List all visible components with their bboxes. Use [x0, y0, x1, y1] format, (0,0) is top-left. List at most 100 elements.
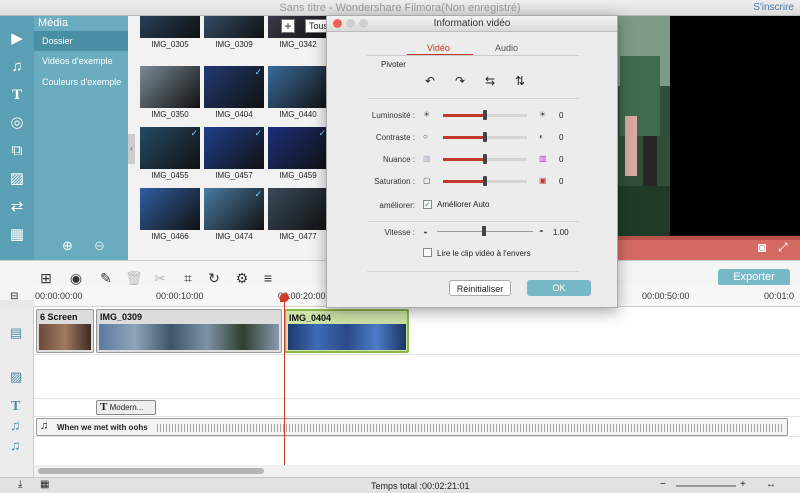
ok-button[interactable]: OK: [527, 280, 591, 296]
music-track-icon: ♫: [10, 417, 21, 433]
total-time: Temps total :00:02:21:01: [371, 481, 470, 491]
contrast-label: Contraste :: [375, 133, 415, 142]
flip-horizontal-icon[interactable]: ⇆: [485, 74, 495, 88]
ruler-tick: 00:00:10:00: [156, 291, 204, 301]
audio-clip[interactable]: ♫ When we met with oohs: [36, 418, 788, 436]
timeline-clip[interactable]: IMG_0309: [96, 309, 282, 353]
timeline[interactable]: 6 Screen IMG_0309 IMG_0404 T Modern... ♫…: [34, 307, 800, 465]
playhead-handle[interactable]: [280, 293, 289, 302]
music-icon[interactable]: ♫: [8, 58, 26, 76]
grid-icon[interactable]: ▦: [40, 479, 49, 490]
media-thumbnail[interactable]: [140, 66, 200, 108]
tool-column: ▶ ♫ T ◎ ⧉ ▨ ⇄ ▦: [0, 16, 34, 260]
rabbit-icon: ◓: [539, 227, 544, 236]
media-thumbnail[interactable]: ✓: [204, 188, 264, 230]
thumbnail-grid: ‹ IMG_0305 IMG_0309 IMG_0342 IMG_0350 ✓ IMG_0…: [128, 16, 328, 260]
image-icon[interactable]: ▨: [8, 170, 26, 188]
media-item-sample-colors[interactable]: Couleurs d'exemple: [34, 72, 128, 92]
close-icon[interactable]: [333, 19, 342, 28]
zoom-in-icon[interactable]: +: [740, 479, 746, 490]
thumbnail-label: IMG_0459: [279, 171, 317, 180]
contrast-slider[interactable]: [443, 132, 527, 142]
auto-improve-checkbox[interactable]: ✓: [423, 200, 432, 209]
minimize-icon[interactable]: [346, 19, 355, 28]
export-button[interactable]: Exporter: [718, 269, 790, 286]
media-thumbnail[interactable]: [140, 16, 200, 38]
reset-button[interactable]: Réinitialiser: [449, 280, 511, 296]
checked-icon: ✓: [254, 67, 262, 77]
status-bar: ⤓ ▦ Temps total :00:02:21:01 − + ↔: [0, 477, 800, 493]
thumbnail-label: IMG_0457: [215, 171, 253, 180]
overlay-icon[interactable]: ⧉: [8, 142, 26, 160]
signin-link[interactable]: S'inscrire: [753, 2, 794, 13]
media-thumbnail[interactable]: ✓: [204, 127, 264, 169]
download-icon[interactable]: ⤓: [18, 479, 22, 490]
transition-icon[interactable]: ⇄: [8, 198, 26, 216]
image-track: [34, 355, 800, 399]
clip-thumb: [39, 324, 91, 350]
fullscreen-icon[interactable]: ⤢: [778, 240, 788, 255]
flip-vertical-icon[interactable]: ⇅: [515, 74, 525, 88]
rotate-right-icon[interactable]: ↷: [455, 74, 465, 88]
text-track: T Modern...: [34, 399, 800, 417]
media-thumbnail[interactable]: [140, 188, 200, 230]
media-item-dossier[interactable]: Dossier: [34, 31, 128, 51]
saturation-low-icon: ▢: [423, 176, 431, 185]
rotate-left-icon[interactable]: ↶: [425, 74, 435, 88]
clip-label: IMG_0404: [289, 313, 332, 323]
reverse-checkbox[interactable]: [423, 248, 432, 257]
scrollbar-thumb[interactable]: [38, 468, 264, 474]
divider: [367, 55, 579, 56]
audio-clip-label: When we met with oohs: [57, 423, 148, 432]
media-thumbnail[interactable]: [204, 16, 264, 38]
progress-track[interactable]: [615, 236, 800, 240]
timeline-scrollbar[interactable]: [34, 465, 800, 477]
contrast-low-icon: ○: [423, 132, 428, 141]
divider: [367, 271, 579, 272]
track-add-icon[interactable]: ⊟: [10, 291, 18, 302]
saturation-slider[interactable]: [443, 176, 527, 186]
zoom-slider[interactable]: [676, 485, 736, 487]
audio-track-2: [34, 437, 800, 457]
add-button[interactable]: +: [281, 19, 295, 33]
media-thumbnail[interactable]: [268, 188, 328, 230]
text-track-icon: T: [11, 399, 21, 414]
tab-audio[interactable]: Audio: [495, 43, 518, 53]
window-title: Sans titre - Wondershare Filmora(Non enr…: [279, 2, 521, 14]
playhead[interactable]: [280, 293, 289, 465]
brightness-slider[interactable]: [443, 110, 527, 120]
zoom-out-icon[interactable]: −: [660, 479, 666, 490]
tab-video[interactable]: Vidéo: [427, 43, 450, 53]
text-clip[interactable]: T Modern...: [96, 400, 156, 415]
speed-knob[interactable]: [482, 226, 486, 236]
checked-icon: ✓: [254, 128, 262, 138]
checked-icon: ✓: [254, 189, 262, 199]
hue-slider[interactable]: [443, 154, 527, 164]
media-icon[interactable]: ▶: [8, 30, 26, 48]
thumbnail-label: IMG_0309: [215, 40, 253, 49]
thumbnail-label: IMG_0474: [215, 232, 253, 241]
fit-icon[interactable]: ↔: [766, 479, 776, 490]
zoom-icon[interactable]: [359, 19, 368, 28]
speed-value: 1.00: [553, 228, 569, 237]
media-thumbnail[interactable]: [268, 66, 328, 108]
thumbnail-label: IMG_0342: [279, 40, 317, 49]
snapshot-icon[interactable]: ◙: [758, 239, 766, 255]
collapse-icon[interactable]: ‹: [128, 134, 135, 164]
media-thumbnail[interactable]: ✓: [268, 127, 328, 169]
media-panel: Média Dossier Vidéos d'exemple Couleurs …: [34, 16, 128, 260]
add-folder-icon[interactable]: ⊕: [62, 238, 73, 254]
thumbnail-label: IMG_0466: [151, 232, 189, 241]
ruler-tick: 00:00:00:00: [35, 291, 83, 301]
text-icon[interactable]: T: [8, 86, 26, 104]
media-thumbnail[interactable]: ✓: [204, 66, 264, 108]
media-thumbnail[interactable]: ✓: [140, 127, 200, 169]
element-icon[interactable]: ▦: [8, 226, 26, 244]
delete-folder-icon[interactable]: ⊖: [94, 238, 105, 254]
timeline-clip-selected[interactable]: IMG_0404: [284, 309, 409, 353]
media-item-sample-videos[interactable]: Vidéos d'exemple: [34, 51, 128, 71]
video-info-dialog: Information vidéo Vidéo Audio Pivoter ↶ …: [326, 15, 618, 308]
timeline-clip[interactable]: 6 Screen: [36, 309, 94, 353]
turtle-icon: ◒: [423, 227, 428, 236]
filter-icon[interactable]: ◎: [8, 114, 26, 132]
